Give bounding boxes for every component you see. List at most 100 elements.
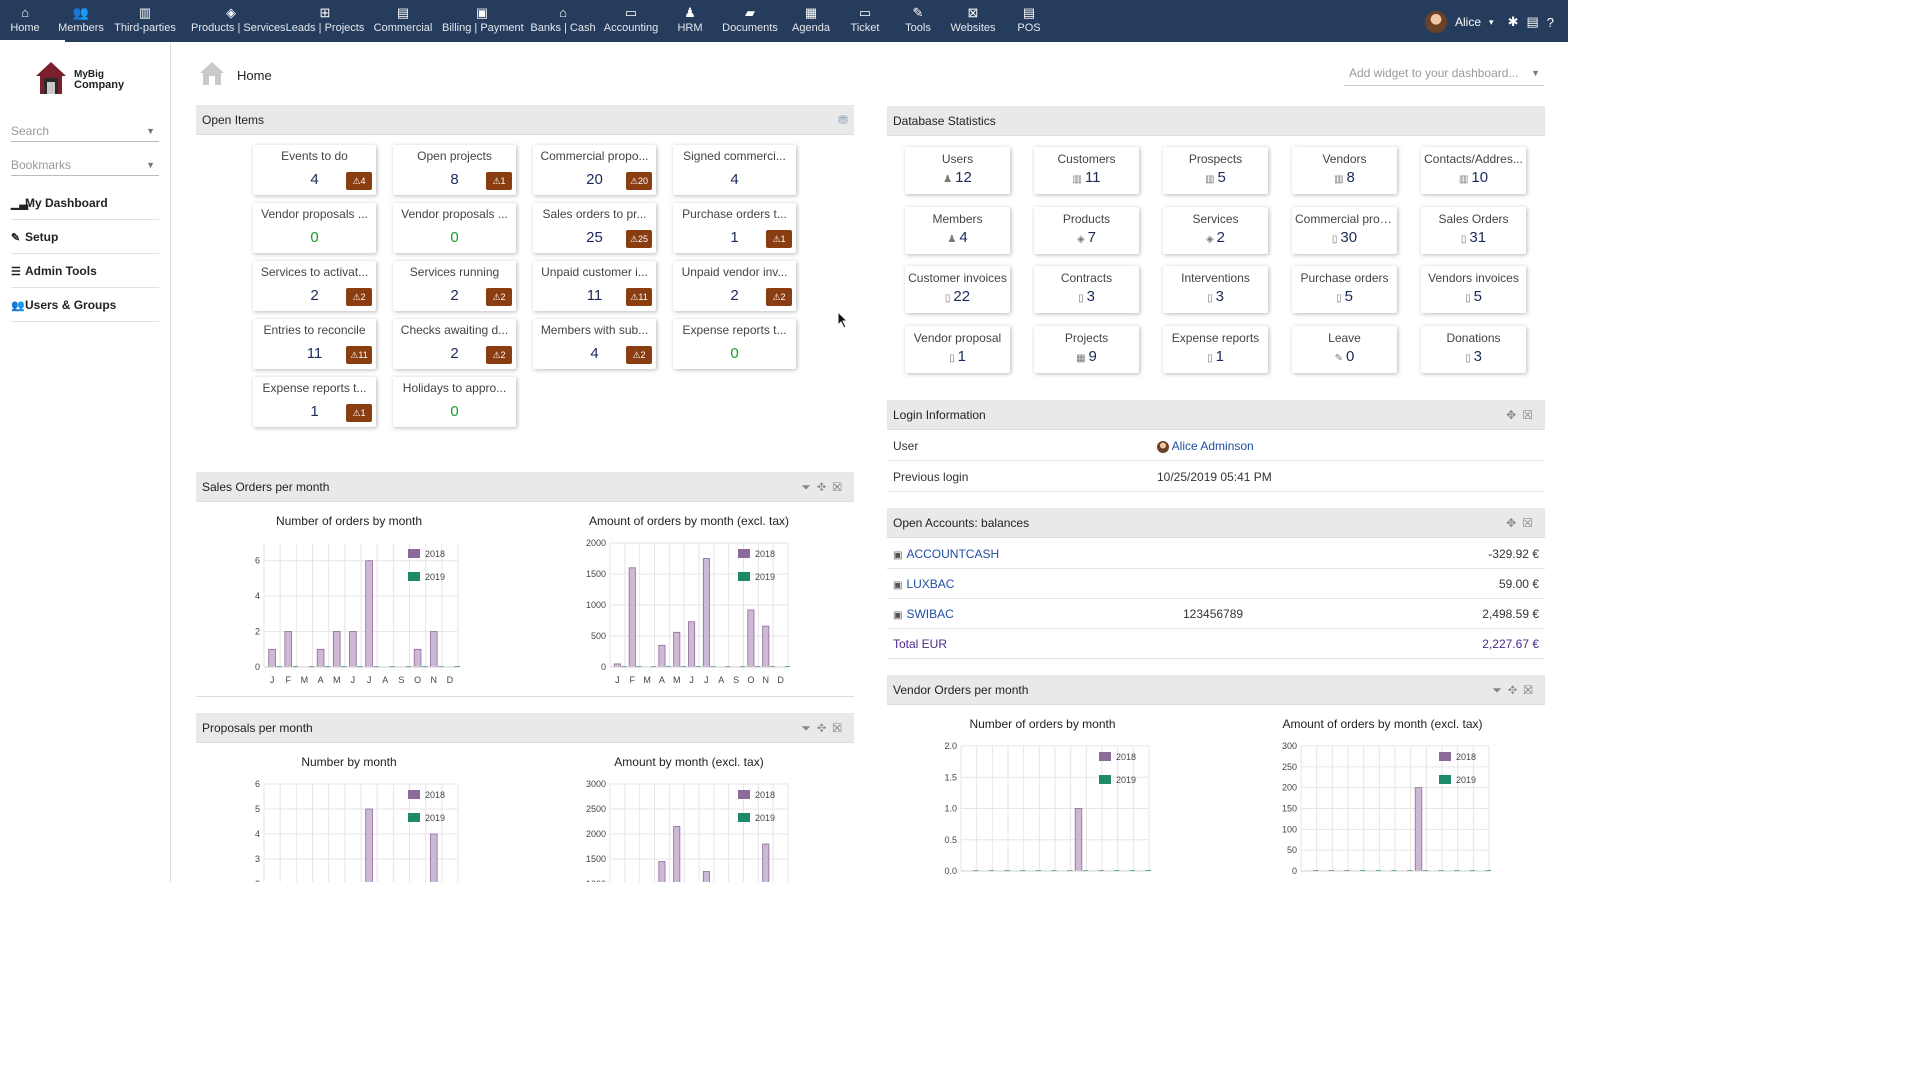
sidebar-item-users-groups[interactable]: 👥Users & Groups	[11, 288, 159, 322]
bookmarks-select[interactable]: Bookmarks ▼	[11, 156, 159, 176]
stat-box[interactable]: Interventions ▯ 3	[1163, 266, 1268, 313]
bank-icon: ▣	[893, 610, 903, 621]
move-icon[interactable]: ✥	[1508, 683, 1523, 697]
topmenu-billing-payment[interactable]: ▣ Billing | Payment	[442, 0, 524, 42]
open-item-box[interactable]: Services to activat... 2 ⚠2	[253, 261, 376, 311]
open-item-box[interactable]: Checks awaiting d... 2 ⚠2	[393, 319, 516, 369]
stat-box[interactable]: Vendors invoices ▯ 5	[1421, 266, 1526, 313]
chart-prop-amount: Amount by month (excl. tax)1000150020002…	[574, 754, 804, 882]
stat-box[interactable]: Members ♟ 4	[905, 206, 1010, 254]
y-tick-label: 1500	[586, 569, 606, 579]
close-icon[interactable]: ☒	[832, 721, 848, 735]
previous-login-label: Previous login	[893, 470, 969, 484]
move-icon[interactable]: ✥	[817, 721, 832, 735]
open-item-box[interactable]: Vendor proposals ... 0	[393, 203, 516, 253]
open-item-box[interactable]: Purchase orders t... 1 ⚠1	[673, 203, 796, 253]
close-icon[interactable]: ☒	[1522, 408, 1539, 422]
chart-plot: 2 3 4 5 6 2018 2019	[255, 779, 459, 882]
user-label: User	[893, 439, 919, 453]
stat-box[interactable]: Customers ▥ 11	[1034, 147, 1139, 194]
bars-icon: ☰	[11, 266, 21, 278]
account-link[interactable]: SWIBAC	[906, 607, 953, 621]
stat-box[interactable]: Vendors ▥ 8	[1292, 147, 1397, 194]
close-icon[interactable]: ☒	[1523, 683, 1539, 697]
warning-triangle-icon: ⚠	[772, 234, 781, 244]
open-item-box[interactable]: Signed commerci... 4	[673, 145, 796, 195]
move-icon[interactable]: ✥	[1506, 516, 1522, 530]
topmenu-products-services[interactable]: ◈ Products | Services	[191, 0, 286, 42]
stat-icon: ◈	[1205, 233, 1214, 245]
move-icon[interactable]: ✥	[817, 480, 832, 494]
sidebar-item-admin-tools[interactable]: ☰ Admin Tools	[11, 254, 159, 288]
stat-box[interactable]: Customer invoices ▯ 22	[905, 266, 1010, 313]
stat-box[interactable]: Donations ▯ 3	[1421, 325, 1526, 373]
open-item-label: Unpaid vendor inv...	[681, 265, 788, 279]
open-item-box[interactable]: Members with sub... 4 ⚠2	[533, 319, 656, 369]
total-value: 2,227.67 €	[1482, 637, 1539, 651]
stat-label: Interventions	[1181, 271, 1250, 285]
panel-title: Open Accounts: balances	[893, 516, 1030, 530]
x-tick-label: A	[318, 675, 324, 685]
topmenu-commercial[interactable]: ▤ Commercial	[363, 0, 443, 42]
open-item-box[interactable]: Expense reports t... 1 ⚠1	[253, 377, 376, 427]
open-item-box[interactable]: Events to do 4 ⚠4	[253, 145, 376, 195]
topmenu-pos[interactable]: ▤ POS	[989, 0, 1069, 42]
print-icon[interactable]: ▤	[1526, 14, 1538, 30]
add-widget-select[interactable]: Add widget to your dashboard... ▼	[1344, 66, 1544, 86]
open-item-box[interactable]: Sales orders to pr... 25 ⚠25	[533, 203, 656, 253]
sidebar-item-setup[interactable]: ✎ Setup	[11, 220, 159, 254]
stat-box[interactable]: Contacts/Addres... ▥ 10	[1421, 147, 1526, 194]
chevron-down-icon[interactable]: ▾	[1489, 17, 1494, 28]
account-link[interactable]: LUXBAC	[906, 577, 954, 591]
user-link[interactable]: Alice Adminson	[1172, 439, 1254, 453]
open-item-value: 0	[310, 229, 319, 246]
stat-box[interactable]: Leave ✎ 0	[1292, 325, 1397, 373]
stat-box[interactable]: Services ◈ 2	[1163, 206, 1268, 254]
stat-box[interactable]: Prospects ▥ 5	[1163, 147, 1268, 194]
filter-icon[interactable]: ⏷	[801, 721, 817, 735]
open-item-box[interactable]: Unpaid customer i... 11 ⚠11	[533, 261, 656, 311]
bar-2018	[762, 843, 770, 882]
legend-label: 2018	[755, 790, 775, 800]
warning-count: 2	[500, 350, 506, 360]
help-icon[interactable]: ?	[1547, 15, 1554, 30]
close-icon[interactable]: ☒	[832, 480, 848, 494]
search-select[interactable]: Search ▼	[11, 122, 159, 142]
bug-icon[interactable]: ✱	[1508, 14, 1519, 30]
topmenu-leads-projects[interactable]: ⊞ Leads | Projects	[285, 0, 365, 42]
filter-icon[interactable]: ⏷	[1492, 683, 1508, 697]
open-item-box[interactable]: Expense reports t... 0	[673, 319, 796, 369]
stat-box[interactable]: Purchase orders ▯ 5	[1292, 266, 1397, 313]
stat-box[interactable]: Commercial prop... ▯ 30	[1292, 206, 1397, 254]
stat-box[interactable]: Sales Orders ▯ 31	[1421, 206, 1526, 254]
open-item-box[interactable]: Entries to reconcile 11 ⚠11	[253, 319, 376, 369]
stat-box[interactable]: Expense reports ▯ 1	[1163, 325, 1268, 373]
close-icon[interactable]: ☒	[1522, 516, 1539, 530]
panel-header: Sales Orders per month ⏷✥☒	[196, 472, 854, 502]
sidebar-item-my-dashboard[interactable]: ▁▃My Dashboard	[11, 186, 159, 220]
stat-value-wrap: ♟ 4	[905, 229, 1010, 246]
topmenu-third-parties[interactable]: ▥ Third-parties	[105, 0, 185, 42]
previous-login-value: 10/25/2019 05:41 PM	[1157, 470, 1272, 484]
stat-value: 9	[1088, 347, 1097, 365]
stat-box[interactable]: Vendor proposal ▯ 1	[905, 325, 1010, 373]
stat-box[interactable]: Contracts ▯ 3	[1034, 266, 1139, 313]
user-name[interactable]: Alice	[1455, 15, 1481, 29]
open-item-box[interactable]: Services running 2 ⚠2	[393, 261, 516, 311]
open-item-box[interactable]: Open projects 8 ⚠1	[393, 145, 516, 195]
stat-box[interactable]: Projects ▦ 9	[1034, 325, 1139, 373]
user-avatar[interactable]	[1425, 11, 1448, 33]
account-link[interactable]: ACCOUNTCASH	[906, 547, 999, 561]
account-row: ▣ LUXBAC 59.00 €	[887, 569, 1545, 599]
filter-icon[interactable]: ⏷	[801, 480, 817, 494]
open-item-box[interactable]: Unpaid vendor inv... 2 ⚠2	[673, 261, 796, 311]
move-icon[interactable]: ✥	[1506, 408, 1522, 422]
open-item-box[interactable]: Commercial propo... 20 ⚠20	[533, 145, 656, 195]
stat-box[interactable]: Users ♟ 12	[905, 147, 1010, 194]
filter-icon[interactable]: ⛃	[838, 105, 848, 135]
open-item-box[interactable]: Vendor proposals ... 0	[253, 203, 376, 253]
company-logo[interactable]: MyBig Company	[34, 60, 134, 100]
stat-box[interactable]: Products ◈ 7	[1034, 206, 1139, 254]
open-item-box[interactable]: Holidays to appro... 0	[393, 377, 516, 427]
bar-2018	[268, 648, 276, 668]
